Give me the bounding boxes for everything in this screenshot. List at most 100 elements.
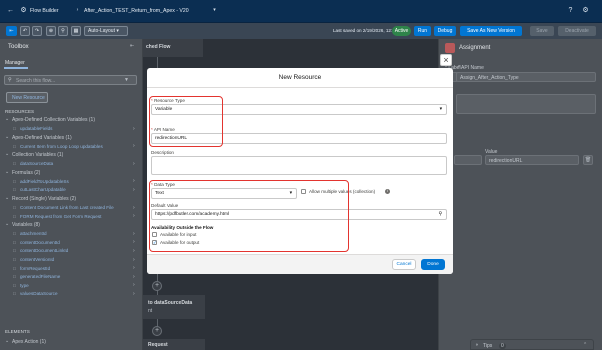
resource-item[interactable]: dataSourceData (20, 161, 53, 166)
chevron-right-icon[interactable]: › (133, 161, 135, 167)
save-as-new-version-button[interactable]: Save As New Version (460, 26, 522, 36)
allow-multiple-checkbox[interactable] (301, 189, 306, 194)
chevron-right-icon[interactable]: › (133, 178, 135, 184)
view-icon[interactable]: ▦ (71, 26, 81, 36)
chevron-right-icon[interactable]: › (133, 205, 135, 211)
help-icon[interactable]: ? (566, 6, 575, 15)
add-element-icon[interactable]: + (152, 326, 162, 336)
deactivate-button[interactable]: Deactivate (558, 26, 596, 36)
chevron-right-icon[interactable]: › (133, 248, 135, 254)
api-name-input[interactable]: Assign_After_Action_Type (456, 72, 596, 82)
chevron-right-icon[interactable]: › (133, 213, 135, 219)
resource-item[interactable]: contentDocumentId (20, 240, 60, 245)
data-type-select[interactable]: Text ▾ (151, 188, 297, 199)
resource-item[interactable]: contentVersionId (20, 257, 54, 262)
save-button[interactable]: Save (530, 26, 554, 36)
resource-item[interactable]: Current Item from Loop Loop updatables (20, 144, 103, 149)
resource-item[interactable]: formRequestId (20, 266, 50, 271)
settings-icon[interactable]: ⚙ (581, 6, 590, 15)
chevron-down-icon[interactable]: ⌄ (5, 338, 9, 344)
zoom-icon[interactable]: ⊕ (46, 26, 56, 36)
close-icon[interactable]: × (440, 54, 452, 66)
search-canvas-icon[interactable]: ⚲ (58, 26, 68, 36)
available-input-label: Available for input (160, 232, 197, 237)
resource-item[interactable]: cutLastCharUpdatable (20, 187, 66, 192)
resource-group-label[interactable]: Formulas (2) (12, 170, 40, 176)
new-resource-button[interactable]: New Resource (6, 92, 48, 103)
resource-item[interactable]: updatableFields (20, 126, 52, 131)
run-button[interactable]: Run (414, 26, 431, 36)
resource-item[interactable]: contentDocumentLinkId (20, 248, 68, 253)
modal-title: New Resource (278, 74, 322, 81)
chevron-down-icon[interactable]: ⌄ (5, 151, 9, 157)
resource-group-label[interactable]: Apex-Defined Variables (1) (12, 135, 72, 141)
value-input[interactable]: redirectionURL (485, 155, 579, 165)
resource-item[interactable]: type (20, 283, 29, 288)
default-value-input[interactable]: https://pdfbutler.com/academy.html ⚲ (151, 209, 447, 220)
canvas-toolbar: ⇤ ↶ ↷ ⊕ ⚲ ▦ Auto-Layout ▾ Last saved on … (0, 23, 602, 39)
chevron-down-icon[interactable]: ⌄ (5, 116, 9, 122)
resource-type-icon: □ (13, 205, 16, 210)
search-icon: ⚲ (438, 212, 442, 217)
filter-icon[interactable]: ▼ (124, 77, 129, 83)
resource-group-label[interactable]: Collection Variables (1) (12, 152, 63, 158)
chevron-right-icon[interactable]: › (133, 187, 135, 193)
toolbox-toggle-button[interactable]: ⇤ (6, 26, 17, 36)
description-textarea[interactable] (151, 156, 447, 175)
info-icon[interactable]: i (385, 189, 390, 194)
resource-group-label[interactable]: Record (Single) Variables (2) (12, 196, 76, 202)
search-input[interactable]: ⚲ Search this flow... (4, 75, 137, 85)
resource-item[interactable]: attachmentId (20, 231, 47, 236)
chevron-right-icon[interactable]: › (133, 126, 135, 132)
chevron-up-icon[interactable]: ⌃ (583, 342, 587, 348)
redo-icon[interactable]: ↷ (32, 26, 42, 36)
chevron-down-icon[interactable]: ⌄ (5, 169, 9, 175)
available-input-checkbox[interactable] (152, 232, 157, 237)
api-name-input[interactable]: redirectionURL (151, 133, 447, 144)
flow-icon: ⚙ (20, 7, 27, 14)
layout-select[interactable]: Auto-Layout ▾ (84, 26, 128, 36)
chevron-right-icon[interactable]: › (133, 282, 135, 288)
resource-group-label[interactable]: Apex-Defined Collection Variables (1) (12, 117, 95, 123)
available-output-checkbox[interactable]: ✓ (152, 240, 157, 245)
product-name: Flow Builder (30, 8, 59, 14)
chevron-right-icon[interactable]: › (133, 143, 135, 149)
canvas-node-fragment[interactable]: to dataSourceData nt (143, 295, 205, 319)
undo-icon[interactable]: ↶ (20, 26, 30, 36)
chevron-down-icon[interactable]: ⌄ (5, 134, 9, 140)
chevron-down-icon[interactable]: ⌄ (5, 221, 9, 227)
lightbulb-icon: ◑ (475, 342, 479, 348)
done-button[interactable]: Done (421, 259, 445, 270)
resource-item[interactable]: Content Document Link from Last created … (20, 205, 114, 210)
chevron-down-icon: ▾ (116, 28, 119, 34)
new-resource-modal: New Resource * Resource Type Variable ▾ … (147, 68, 453, 274)
tips-bar[interactable]: ◑ Tips 0 ⌃ (470, 339, 594, 350)
resource-type-select[interactable]: Variable ▾ (151, 104, 447, 115)
cancel-button[interactable]: Cancel (392, 259, 416, 270)
canvas-node-fragment[interactable]: ched Flow (143, 39, 203, 57)
operator-select[interactable] (454, 155, 482, 165)
collapse-icon[interactable]: ⇤ (130, 43, 134, 49)
data-type-label: * Data Type (151, 182, 175, 187)
chevron-right-icon[interactable]: › (133, 231, 135, 237)
tab-manager[interactable]: Manager (5, 60, 25, 66)
chevron-down-icon[interactable]: ⌄ (5, 195, 9, 201)
chevron-right-icon[interactable]: › (133, 265, 135, 271)
chevron-right-icon[interactable]: › (133, 257, 135, 263)
resource-item[interactable]: addFieldToUpdatableSs (20, 179, 69, 184)
delete-icon[interactable]: 🗑 (583, 155, 593, 165)
debug-button[interactable]: Debug (434, 26, 456, 36)
elements-group-label[interactable]: Apex Action (1) (12, 339, 46, 345)
back-arrow-icon[interactable]: ← (6, 6, 15, 15)
chevron-right-icon[interactable]: › (133, 274, 135, 280)
add-element-icon[interactable]: + (152, 281, 162, 291)
chevron-down-icon[interactable]: ▾ (210, 6, 219, 15)
chevron-right-icon[interactable]: › (133, 291, 135, 297)
description-textarea[interactable] (456, 94, 596, 114)
resource-group-label[interactable]: Variables (8) (12, 222, 40, 228)
resource-item[interactable]: valuesDataSource (20, 291, 58, 296)
canvas-node-fragment[interactable]: Request (143, 339, 205, 350)
chevron-right-icon[interactable]: › (133, 239, 135, 245)
resource-item[interactable]: FORM Request from Get Form Request (20, 214, 101, 219)
resource-item[interactable]: generatedFileName (20, 274, 60, 279)
